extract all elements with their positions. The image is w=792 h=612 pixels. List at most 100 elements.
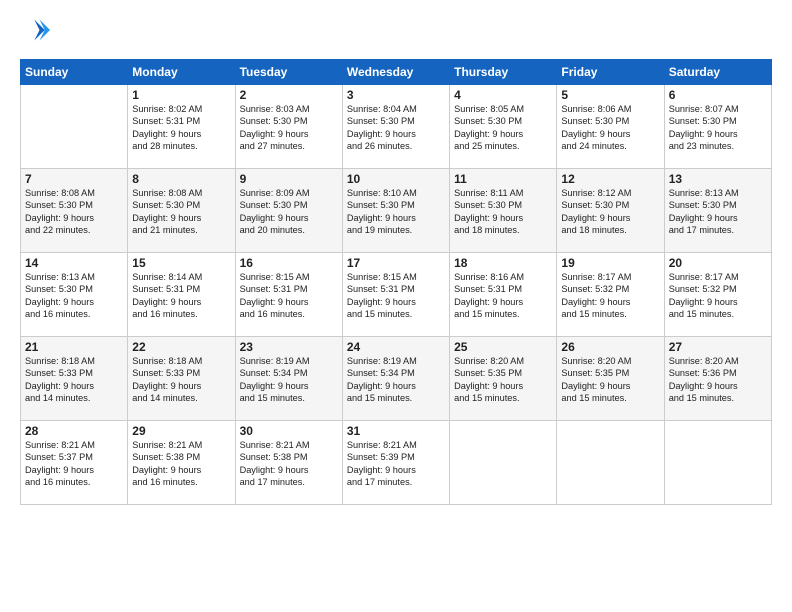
day-info: Sunrise: 8:13 AM Sunset: 5:30 PM Dayligh… — [669, 187, 767, 237]
day-number: 3 — [347, 88, 445, 102]
calendar-cell: 18Sunrise: 8:16 AM Sunset: 5:31 PM Dayli… — [450, 253, 557, 337]
day-number: 9 — [240, 172, 338, 186]
day-number: 18 — [454, 256, 552, 270]
calendar-cell: 8Sunrise: 8:08 AM Sunset: 5:30 PM Daylig… — [128, 169, 235, 253]
day-info: Sunrise: 8:18 AM Sunset: 5:33 PM Dayligh… — [132, 355, 230, 405]
day-number: 1 — [132, 88, 230, 102]
calendar-cell — [450, 421, 557, 505]
calendar-cell: 16Sunrise: 8:15 AM Sunset: 5:31 PM Dayli… — [235, 253, 342, 337]
col-header-wednesday: Wednesday — [342, 60, 449, 85]
day-number: 25 — [454, 340, 552, 354]
day-info: Sunrise: 8:15 AM Sunset: 5:31 PM Dayligh… — [347, 271, 445, 321]
day-number: 16 — [240, 256, 338, 270]
day-number: 7 — [25, 172, 123, 186]
calendar-cell: 14Sunrise: 8:13 AM Sunset: 5:30 PM Dayli… — [21, 253, 128, 337]
day-number: 31 — [347, 424, 445, 438]
calendar-cell: 1Sunrise: 8:02 AM Sunset: 5:31 PM Daylig… — [128, 85, 235, 169]
day-info: Sunrise: 8:02 AM Sunset: 5:31 PM Dayligh… — [132, 103, 230, 153]
day-number: 11 — [454, 172, 552, 186]
calendar-cell: 4Sunrise: 8:05 AM Sunset: 5:30 PM Daylig… — [450, 85, 557, 169]
calendar-cell: 28Sunrise: 8:21 AM Sunset: 5:37 PM Dayli… — [21, 421, 128, 505]
col-header-monday: Monday — [128, 60, 235, 85]
logo — [20, 16, 54, 49]
day-number: 27 — [669, 340, 767, 354]
calendar-cell: 25Sunrise: 8:20 AM Sunset: 5:35 PM Dayli… — [450, 337, 557, 421]
day-number: 21 — [25, 340, 123, 354]
day-info: Sunrise: 8:10 AM Sunset: 5:30 PM Dayligh… — [347, 187, 445, 237]
day-info: Sunrise: 8:08 AM Sunset: 5:30 PM Dayligh… — [25, 187, 123, 237]
calendar-cell: 2Sunrise: 8:03 AM Sunset: 5:30 PM Daylig… — [235, 85, 342, 169]
col-header-thursday: Thursday — [450, 60, 557, 85]
day-info: Sunrise: 8:19 AM Sunset: 5:34 PM Dayligh… — [240, 355, 338, 405]
day-number: 24 — [347, 340, 445, 354]
day-number: 29 — [132, 424, 230, 438]
day-info: Sunrise: 8:21 AM Sunset: 5:39 PM Dayligh… — [347, 439, 445, 489]
logo-icon — [22, 16, 50, 44]
calendar-cell: 17Sunrise: 8:15 AM Sunset: 5:31 PM Dayli… — [342, 253, 449, 337]
day-number: 15 — [132, 256, 230, 270]
calendar-header-row: SundayMondayTuesdayWednesdayThursdayFrid… — [21, 60, 772, 85]
day-info: Sunrise: 8:18 AM Sunset: 5:33 PM Dayligh… — [25, 355, 123, 405]
day-info: Sunrise: 8:21 AM Sunset: 5:38 PM Dayligh… — [132, 439, 230, 489]
col-header-friday: Friday — [557, 60, 664, 85]
day-info: Sunrise: 8:20 AM Sunset: 5:35 PM Dayligh… — [454, 355, 552, 405]
day-number: 8 — [132, 172, 230, 186]
day-info: Sunrise: 8:07 AM Sunset: 5:30 PM Dayligh… — [669, 103, 767, 153]
calendar-cell: 21Sunrise: 8:18 AM Sunset: 5:33 PM Dayli… — [21, 337, 128, 421]
day-number: 30 — [240, 424, 338, 438]
calendar-cell: 11Sunrise: 8:11 AM Sunset: 5:30 PM Dayli… — [450, 169, 557, 253]
calendar-cell: 19Sunrise: 8:17 AM Sunset: 5:32 PM Dayli… — [557, 253, 664, 337]
day-info: Sunrise: 8:13 AM Sunset: 5:30 PM Dayligh… — [25, 271, 123, 321]
day-number: 20 — [669, 256, 767, 270]
calendar-week-3: 14Sunrise: 8:13 AM Sunset: 5:30 PM Dayli… — [21, 253, 772, 337]
calendar-cell: 10Sunrise: 8:10 AM Sunset: 5:30 PM Dayli… — [342, 169, 449, 253]
day-number: 2 — [240, 88, 338, 102]
calendar-week-1: 1Sunrise: 8:02 AM Sunset: 5:31 PM Daylig… — [21, 85, 772, 169]
day-info: Sunrise: 8:09 AM Sunset: 5:30 PM Dayligh… — [240, 187, 338, 237]
calendar-week-5: 28Sunrise: 8:21 AM Sunset: 5:37 PM Dayli… — [21, 421, 772, 505]
calendar-cell — [664, 421, 771, 505]
calendar-cell: 27Sunrise: 8:20 AM Sunset: 5:36 PM Dayli… — [664, 337, 771, 421]
day-number: 28 — [25, 424, 123, 438]
day-info: Sunrise: 8:21 AM Sunset: 5:38 PM Dayligh… — [240, 439, 338, 489]
day-info: Sunrise: 8:17 AM Sunset: 5:32 PM Dayligh… — [669, 271, 767, 321]
day-number: 23 — [240, 340, 338, 354]
day-info: Sunrise: 8:15 AM Sunset: 5:31 PM Dayligh… — [240, 271, 338, 321]
calendar-cell: 12Sunrise: 8:12 AM Sunset: 5:30 PM Dayli… — [557, 169, 664, 253]
day-number: 22 — [132, 340, 230, 354]
calendar-cell: 31Sunrise: 8:21 AM Sunset: 5:39 PM Dayli… — [342, 421, 449, 505]
calendar-cell: 26Sunrise: 8:20 AM Sunset: 5:35 PM Dayli… — [557, 337, 664, 421]
day-info: Sunrise: 8:21 AM Sunset: 5:37 PM Dayligh… — [25, 439, 123, 489]
day-info: Sunrise: 8:08 AM Sunset: 5:30 PM Dayligh… — [132, 187, 230, 237]
day-info: Sunrise: 8:04 AM Sunset: 5:30 PM Dayligh… — [347, 103, 445, 153]
calendar-cell — [21, 85, 128, 169]
day-info: Sunrise: 8:12 AM Sunset: 5:30 PM Dayligh… — [561, 187, 659, 237]
day-info: Sunrise: 8:05 AM Sunset: 5:30 PM Dayligh… — [454, 103, 552, 153]
day-number: 19 — [561, 256, 659, 270]
day-number: 13 — [669, 172, 767, 186]
day-info: Sunrise: 8:06 AM Sunset: 5:30 PM Dayligh… — [561, 103, 659, 153]
calendar-cell: 22Sunrise: 8:18 AM Sunset: 5:33 PM Dayli… — [128, 337, 235, 421]
day-info: Sunrise: 8:03 AM Sunset: 5:30 PM Dayligh… — [240, 103, 338, 153]
day-number: 5 — [561, 88, 659, 102]
day-number: 14 — [25, 256, 123, 270]
day-number: 4 — [454, 88, 552, 102]
day-info: Sunrise: 8:14 AM Sunset: 5:31 PM Dayligh… — [132, 271, 230, 321]
header — [20, 16, 772, 49]
day-number: 17 — [347, 256, 445, 270]
day-info: Sunrise: 8:20 AM Sunset: 5:35 PM Dayligh… — [561, 355, 659, 405]
col-header-saturday: Saturday — [664, 60, 771, 85]
calendar-cell: 13Sunrise: 8:13 AM Sunset: 5:30 PM Dayli… — [664, 169, 771, 253]
calendar-cell: 7Sunrise: 8:08 AM Sunset: 5:30 PM Daylig… — [21, 169, 128, 253]
calendar-cell: 6Sunrise: 8:07 AM Sunset: 5:30 PM Daylig… — [664, 85, 771, 169]
day-info: Sunrise: 8:20 AM Sunset: 5:36 PM Dayligh… — [669, 355, 767, 405]
calendar-cell — [557, 421, 664, 505]
calendar-cell: 24Sunrise: 8:19 AM Sunset: 5:34 PM Dayli… — [342, 337, 449, 421]
calendar-cell: 15Sunrise: 8:14 AM Sunset: 5:31 PM Dayli… — [128, 253, 235, 337]
day-info: Sunrise: 8:11 AM Sunset: 5:30 PM Dayligh… — [454, 187, 552, 237]
calendar-cell: 3Sunrise: 8:04 AM Sunset: 5:30 PM Daylig… — [342, 85, 449, 169]
day-info: Sunrise: 8:16 AM Sunset: 5:31 PM Dayligh… — [454, 271, 552, 321]
page: SundayMondayTuesdayWednesdayThursdayFrid… — [0, 0, 792, 612]
calendar-cell: 9Sunrise: 8:09 AM Sunset: 5:30 PM Daylig… — [235, 169, 342, 253]
calendar-cell: 23Sunrise: 8:19 AM Sunset: 5:34 PM Dayli… — [235, 337, 342, 421]
